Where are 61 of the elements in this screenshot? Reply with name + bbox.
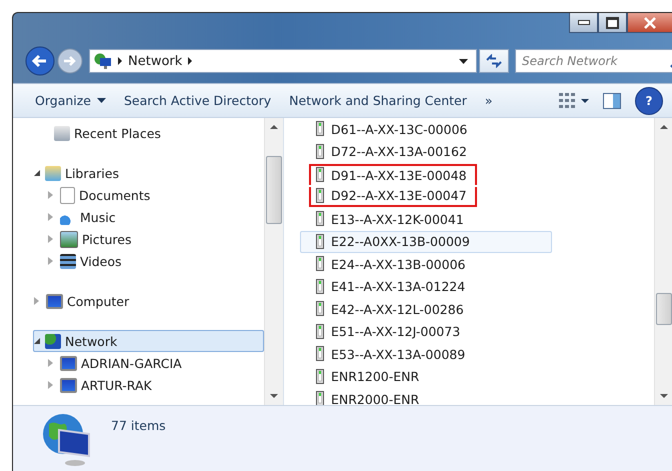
network-device-item[interactable]: D61--A-XX-13C-00006 (300, 118, 552, 140)
toolbar-button[interactable]: Search Active Directory (118, 89, 278, 112)
navigation-item[interactable]: ADRIAN-GARCIA (33, 352, 264, 374)
refresh-icon (486, 54, 502, 68)
device-icon (316, 278, 324, 295)
address-bar[interactable]: Network (89, 49, 477, 73)
computer-icon (60, 356, 77, 370)
device-icon (316, 368, 324, 385)
minimize-button[interactable] (569, 13, 598, 33)
network-icon (94, 53, 112, 69)
search-box[interactable]: Search Network (515, 49, 672, 73)
navigation-item[interactable]: Music (33, 206, 264, 228)
network-device-item[interactable]: ENR1200-ENR (300, 366, 552, 388)
back-button[interactable] (25, 46, 55, 76)
pictures-icon (60, 230, 78, 248)
videos-icon (60, 254, 76, 268)
network-device-item[interactable]: E24--A-XX-13B-00006 (300, 253, 552, 276)
device-icon (316, 211, 324, 228)
device-icon (316, 324, 324, 340)
network-device-item[interactable]: E42--A-XX-12L-00286 (300, 298, 552, 320)
item-count: 77 items (111, 418, 166, 433)
device-icon (316, 234, 324, 250)
network-icon (45, 334, 61, 348)
navigation-item[interactable]: Computer (33, 290, 264, 312)
navigation-item[interactable]: Videos (33, 250, 264, 272)
device-icon (316, 256, 324, 272)
device-icon (316, 346, 324, 362)
network-device-item[interactable]: E22--A0XX-13B-00009 (300, 230, 552, 253)
maximize-button[interactable] (598, 13, 627, 33)
close-icon (643, 16, 657, 28)
navigation-item[interactable]: Documents (33, 184, 264, 206)
breadcrumb-arrow-icon (118, 57, 122, 65)
navigation-item[interactable]: Libraries (33, 162, 264, 184)
dropdown-icon[interactable] (459, 58, 468, 64)
navigation-item-selected[interactable]: Network (33, 330, 264, 352)
navigation-item[interactable]: Pictures (33, 228, 264, 250)
network-device-item[interactable]: E13--A-XX-12K-00041 (300, 208, 552, 230)
network-device-item[interactable]: E53--A-XX-13A-00089 (300, 343, 552, 366)
navigation-item[interactable]: ARTUR-RAK (33, 374, 264, 396)
scrollbar[interactable] (654, 118, 672, 405)
device-icon (316, 301, 324, 318)
computer-icon (46, 294, 63, 308)
scrollbar[interactable] (264, 118, 283, 405)
computer-icon (60, 378, 77, 392)
device-icon (316, 188, 324, 204)
device-icon (316, 167, 324, 184)
more-button[interactable]: » (478, 89, 499, 112)
forward-button[interactable] (57, 48, 83, 74)
toolbar-button[interactable]: Organize (29, 89, 112, 112)
help-button[interactable]: ? (635, 86, 663, 114)
breadcrumb-arrow-icon[interactable] (188, 57, 192, 65)
navigation-item[interactable]: Recent Places (33, 122, 264, 144)
device-icon (316, 144, 324, 160)
network-device-item[interactable]: E41--A-XX-13A-01224 (300, 276, 552, 298)
network-device-item[interactable]: D72--A-XX-13A-00162 (300, 140, 552, 163)
close-button[interactable] (627, 13, 672, 33)
refresh-button[interactable] (479, 49, 509, 73)
network-device-item[interactable]: E51--A-XX-12J-00073 (300, 320, 552, 343)
breadcrumb-item[interactable]: Network (128, 54, 182, 68)
toolbar-button[interactable]: Network and Sharing Center (283, 89, 473, 112)
device-icon (316, 121, 324, 138)
